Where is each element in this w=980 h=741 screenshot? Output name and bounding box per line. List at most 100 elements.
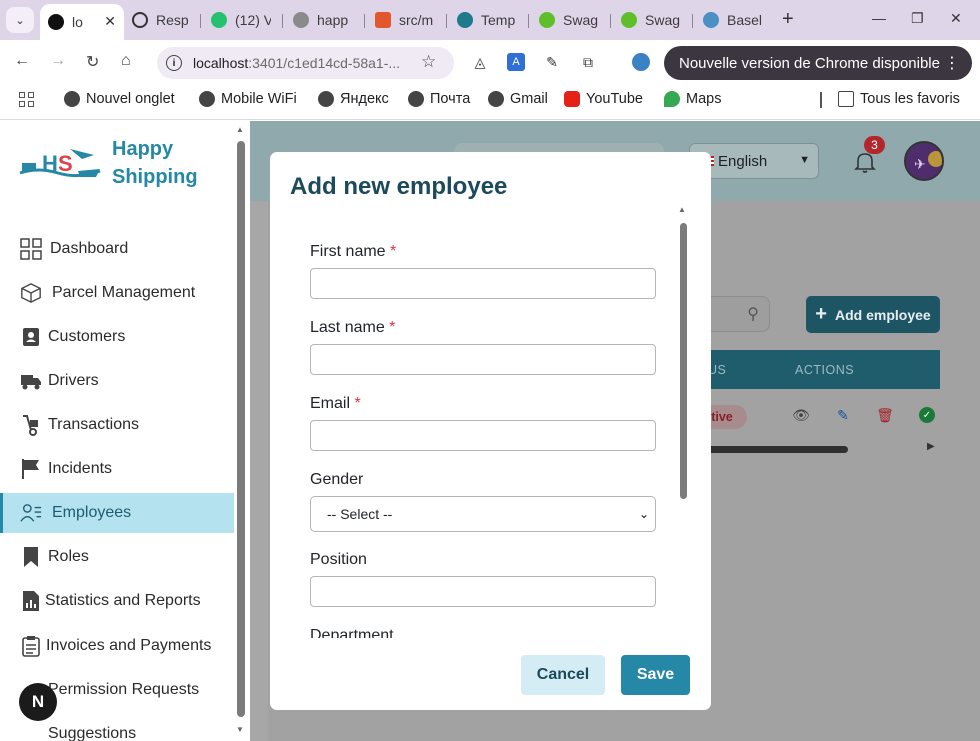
- minimize-button[interactable]: —: [872, 10, 886, 26]
- plane-icon: ✈: [914, 156, 926, 172]
- svg-text:S: S: [58, 151, 73, 176]
- truck-icon: [20, 370, 42, 392]
- svg-text:H: H: [42, 151, 58, 176]
- chevron-down-icon: ▼: [799, 154, 810, 166]
- nextjs-dev-badge[interactable]: N: [19, 683, 57, 721]
- cancel-button[interactable]: Cancel: [521, 655, 605, 695]
- lightbulb-icon: [20, 723, 42, 741]
- globe-icon: [199, 91, 215, 107]
- box-icon: [20, 282, 42, 304]
- sidebar-item-incidents[interactable]: Incidents: [0, 449, 234, 489]
- translate-icon[interactable]: A: [507, 53, 525, 71]
- basel-icon: [703, 12, 719, 28]
- notification-bell-icon[interactable]: [854, 151, 876, 173]
- folder-icon: [838, 91, 854, 107]
- save-button[interactable]: Save: [621, 655, 690, 695]
- close-tab-icon[interactable]: ✕: [104, 13, 116, 30]
- last-name-field[interactable]: [310, 344, 656, 375]
- edit-icon[interactable]: ✎: [835, 407, 851, 423]
- tab-item[interactable]: Swag: [539, 6, 599, 34]
- modal-scroll-thumb[interactable]: [680, 223, 687, 499]
- brand-name: Happy Shipping: [112, 138, 198, 188]
- bookmark-item[interactable]: Яндекс: [318, 91, 389, 107]
- tab-item[interactable]: src/m: [375, 6, 435, 34]
- modal-scrollbar[interactable]: ▲: [678, 205, 690, 639]
- tab-item[interactable]: Basel: [703, 6, 765, 34]
- globe-icon: [408, 91, 424, 107]
- more-vert-icon[interactable]: ⋮: [944, 53, 960, 73]
- sidebar-item-drivers[interactable]: Drivers: [0, 361, 234, 401]
- back-arrow-icon[interactable]: ←: [14, 52, 30, 70]
- tab-item[interactable]: Resp: [132, 6, 188, 34]
- sidebar-item-dashboard[interactable]: Dashboard: [0, 229, 234, 269]
- bookmark-item[interactable]: Maps: [664, 91, 721, 107]
- gender-select[interactable]: -- Select -- ⌄: [310, 496, 656, 532]
- email-label: Email *: [310, 395, 361, 412]
- bookmark-item[interactable]: Gmail: [488, 91, 548, 107]
- add-employee-button[interactable]: + Add employee: [806, 296, 940, 333]
- bookmark-item[interactable]: Mobile WiFi: [199, 91, 297, 107]
- first-name-label: First name *: [310, 243, 397, 260]
- scroll-right-arrow-icon[interactable]: ▶: [927, 441, 935, 452]
- email-field[interactable]: [310, 420, 656, 451]
- tab-item[interactable]: (12) V: [211, 6, 271, 34]
- extension-icon[interactable]: ◬: [471, 53, 489, 71]
- delete-trash-icon[interactable]: 🗑: [876, 407, 894, 423]
- puzzle-extensions-icon[interactable]: ⧉: [579, 53, 597, 71]
- view-eye-icon[interactable]: 👁: [792, 407, 810, 423]
- first-name-field[interactable]: [310, 268, 656, 299]
- close-window-button[interactable]: ✕: [950, 10, 962, 27]
- tab-item[interactable]: Swag: [621, 6, 681, 34]
- tab-item[interactable]: Temp: [457, 6, 517, 34]
- site-info-icon[interactable]: i: [166, 55, 182, 71]
- gender-label: Gender: [310, 471, 364, 488]
- swagger-icon: [621, 12, 637, 28]
- tab-active[interactable]: lo ✕: [40, 4, 124, 40]
- sidebar-scroll-thumb[interactable]: [237, 141, 245, 717]
- add-employee-modal: Add new employee First name * Last name …: [270, 152, 711, 710]
- sidebar-scrollbar[interactable]: ▲ ▼: [235, 125, 247, 735]
- bookmark-item[interactable]: Почта: [408, 91, 470, 107]
- globe-icon: [64, 91, 80, 107]
- eyedropper-icon[interactable]: ✎: [543, 53, 561, 71]
- sidebar-item-customers[interactable]: Customers: [0, 317, 234, 357]
- youtube-icon: [564, 91, 580, 107]
- table-horizontal-scrollbar[interactable]: [690, 446, 848, 453]
- bookmark-item[interactable]: Nouvel onglet: [64, 91, 175, 107]
- sidebar: H S Happy Shipping Dashboard Parcel Mana…: [0, 121, 250, 741]
- bookmark-star-icon[interactable]: ☆: [421, 52, 436, 72]
- apps-grid-icon[interactable]: [19, 92, 34, 107]
- sidebar-item-employees[interactable]: Employees: [0, 493, 234, 533]
- sidebar-item-statistics[interactable]: Statistics and Reports: [0, 581, 234, 621]
- approve-check-icon[interactable]: ✓: [919, 407, 935, 423]
- restore-button[interactable]: ❐: [911, 10, 924, 27]
- whatsapp-icon: [211, 12, 227, 28]
- all-bookmarks-folder[interactable]: Tous les favoris: [838, 91, 960, 107]
- department-label: Department: [310, 627, 394, 638]
- globe-icon: [318, 91, 334, 107]
- chrome-update-button[interactable]: Nouvelle version de Chrome disponible ⋮: [664, 46, 972, 80]
- home-icon[interactable]: ⌂: [121, 52, 131, 70]
- bookmark-item[interactable]: YouTube: [564, 91, 643, 107]
- sidebar-item-parcel-management[interactable]: Parcel Management: [0, 273, 234, 313]
- sidebar-item-invoices[interactable]: Invoices and Payments: [0, 626, 234, 666]
- reload-icon[interactable]: ↻: [86, 52, 99, 72]
- template-icon: [457, 12, 473, 28]
- sidebar-item-roles[interactable]: Roles: [0, 537, 234, 577]
- hand-truck-icon: [20, 414, 42, 436]
- gitlab-icon: [375, 12, 391, 28]
- profile-globe-icon[interactable]: [632, 53, 650, 71]
- chevron-down-icon: ⌄: [638, 507, 649, 521]
- tab-item[interactable]: happ: [293, 6, 353, 34]
- position-field[interactable]: [310, 576, 656, 607]
- modal-title: Add new employee: [290, 173, 508, 200]
- flag-icon: [20, 458, 42, 480]
- address-bar[interactable]: i localhost:3401/c1ed14cd-58a1-...: [157, 47, 454, 79]
- openai-icon: [132, 12, 148, 28]
- sidebar-item-transactions[interactable]: Transactions: [0, 405, 234, 445]
- tab-search-button[interactable]: ⌄: [6, 7, 34, 33]
- avatar[interactable]: ✈: [904, 141, 944, 181]
- new-tab-button[interactable]: +: [782, 8, 794, 31]
- forward-arrow-icon[interactable]: →: [50, 52, 66, 70]
- globe-icon: [488, 91, 504, 107]
